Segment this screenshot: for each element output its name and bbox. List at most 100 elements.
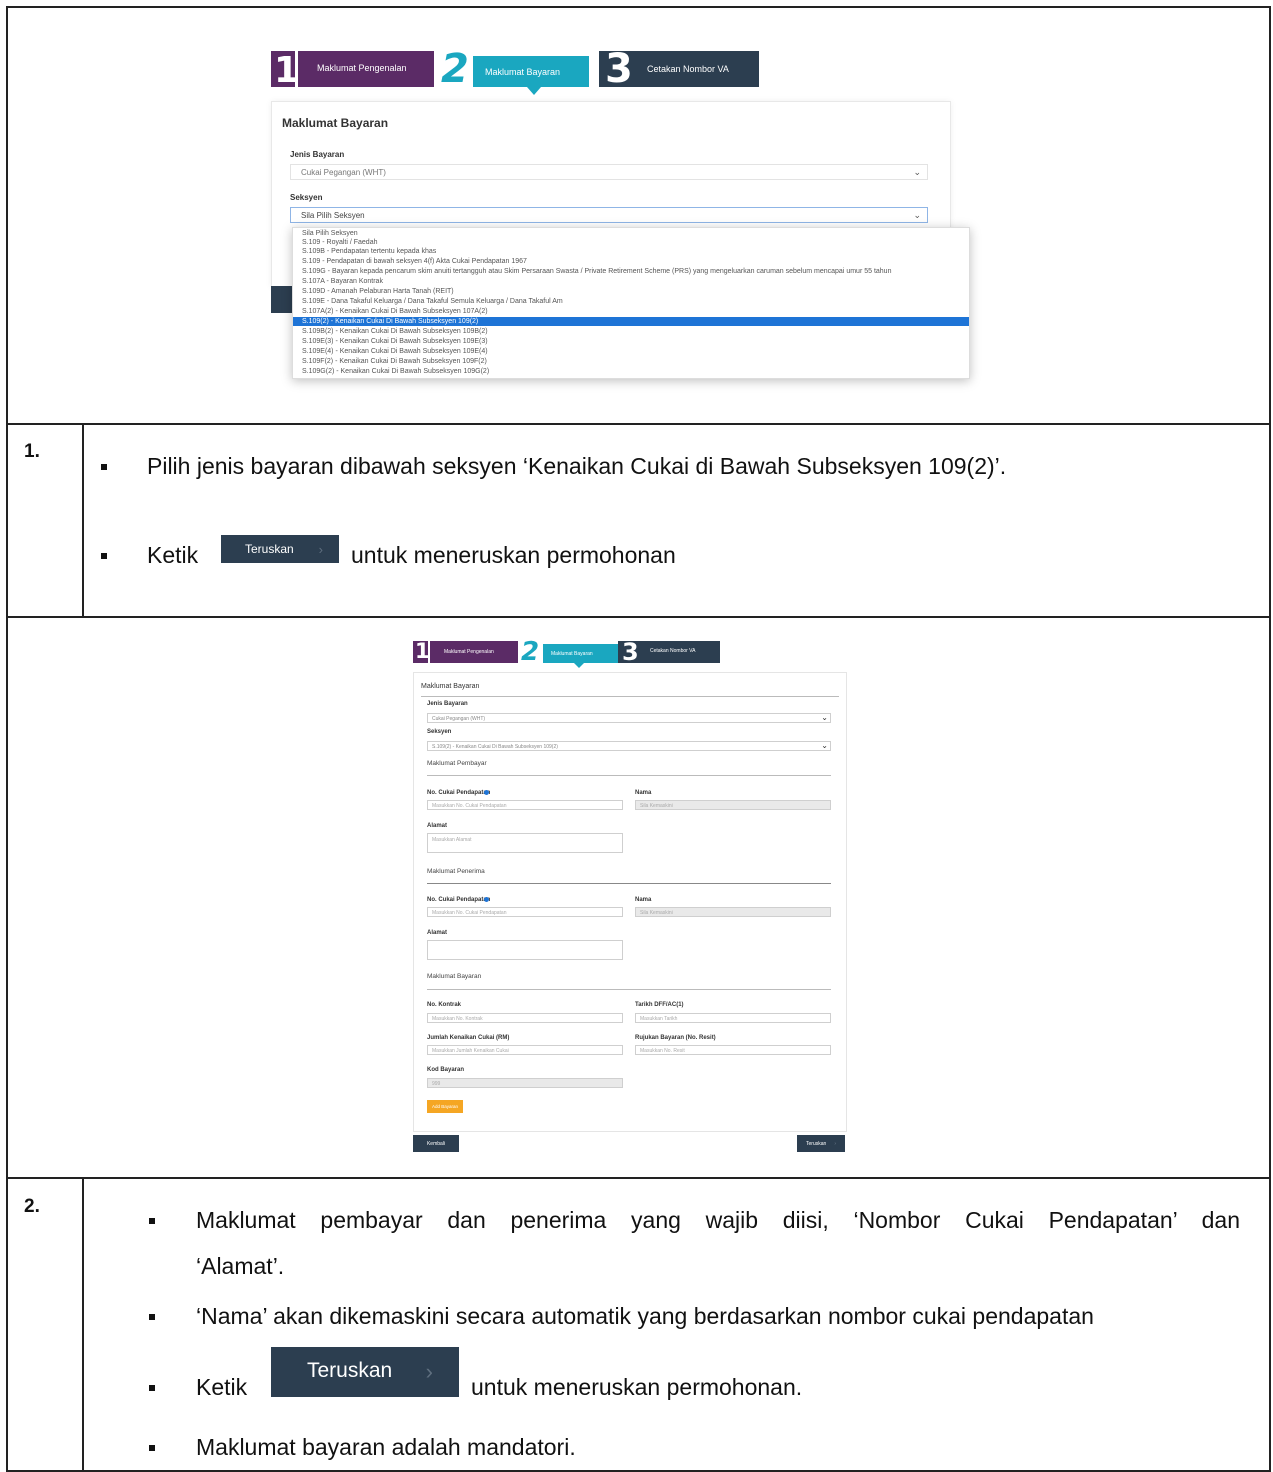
seksyen-select[interactable]: Sila Pilih Seksyen ⌄: [290, 207, 928, 223]
step-2-number: 2: [521, 637, 540, 667]
no-cukai-label: No. Cukai Pendapatan: [427, 897, 491, 903]
seksyen-label: Seksyen: [427, 729, 452, 735]
step-2: 2 Maklumat Bayaran: [439, 46, 599, 95]
add-bayaran-button[interactable]: Add Bayaran: [427, 1100, 463, 1113]
kod-bayaran-label: Kod Bayaran: [427, 1067, 465, 1073]
step-3: 3 Cetakan Nombor VA: [618, 638, 720, 666]
step-3-label: Cetakan Nombor VA: [647, 64, 729, 74]
bullet-icon: [101, 553, 107, 559]
teruskan-button-label: Teruskan: [307, 1359, 393, 1382]
dropdown-option[interactable]: Sila Pilih Seksyen: [293, 229, 969, 238]
step-1-number: 1: [415, 639, 430, 663]
step-2-label: Maklumat Bayaran: [485, 67, 561, 77]
divider: [427, 883, 831, 884]
chevron-down-icon: ⌄: [821, 713, 828, 722]
step-1-label: Maklumat Pengenalan: [444, 649, 494, 655]
pembayar-section-title: Maklumat Pembayar: [427, 760, 487, 767]
teruskan-button[interactable]: Teruskan ›: [797, 1135, 845, 1152]
alamat-textarea[interactable]: Masukkan Alamat: [427, 833, 623, 853]
jenis-bayaran-select[interactable]: Cukai Pegangan (WHT) ⌄: [290, 164, 928, 180]
seksyen-value: Sila Pilih Seksyen: [301, 211, 365, 220]
dropdown-option[interactable]: S.109 - Royalti / Faedah: [293, 238, 969, 247]
dropdown-option-selected[interactable]: S.109(2) - Kenaikan Cukai Di Bawah Subse…: [293, 317, 969, 326]
row-divider: [6, 1177, 1271, 1179]
step-2: 2 Maklumat Bayaran: [520, 637, 620, 668]
rujukan-label: Rujukan Bayaran (No. Resit): [635, 1035, 716, 1041]
info-icon: [484, 897, 489, 902]
nama-input: Sila Kemaskini: [635, 800, 831, 810]
dropdown-option[interactable]: S.109B - Pendapatan tertentu kepada khas: [293, 247, 969, 256]
dropdown-option[interactable]: S.107A(2) - Kenaikan Cukai Di Bawah Subs…: [293, 307, 969, 316]
chevron-down-icon: ⌄: [913, 210, 921, 220]
instruction-text: Ketik: [196, 1374, 248, 1400]
instruction-text: ‘Alamat’.: [196, 1253, 285, 1279]
nama-label: Nama: [635, 897, 652, 903]
nama-input: Sila Kemaskini: [635, 907, 831, 917]
alamat-label: Alamat: [427, 823, 448, 829]
rujukan-input[interactable]: Masukkan No. Resit: [635, 1045, 831, 1055]
dropdown-option[interactable]: S.109 - Pendapatan di bawah seksyen 4(f)…: [293, 257, 969, 266]
step-3-number: 3: [622, 638, 639, 666]
nama-label: Nama: [635, 790, 652, 796]
card-title: Maklumat Bayaran: [421, 683, 480, 690]
info-icon: [484, 790, 489, 795]
step-2-number: 2: [441, 46, 469, 92]
teruskan-label: Teruskan: [806, 1140, 827, 1147]
chevron-right-icon: ›: [318, 541, 323, 557]
no-cukai-input[interactable]: Masukkan No. Cukai Pendapatan: [427, 800, 623, 810]
instruction-text: ‘Nama’ akan dikemaskini secara automatik…: [196, 1303, 1094, 1329]
tarikh-label: Tarikh DFF/AC(1): [635, 1002, 684, 1008]
step-1-number: 1: [274, 50, 300, 91]
instruction-text: Maklumat bayaran adalah mandatori.: [196, 1434, 576, 1460]
dropdown-option[interactable]: S.107A - Bayaran Kontrak: [293, 277, 969, 286]
kembali-label: Kembali: [426, 1140, 446, 1147]
alamat-textarea[interactable]: [427, 940, 623, 960]
tarikh-input[interactable]: Masukkan Tarikh: [635, 1013, 831, 1023]
chevron-down-icon: ⌄: [821, 741, 828, 750]
seksyen-select[interactable]: S.109(2) - Kenaikan Cukai Di Bawah Subse…: [427, 741, 831, 751]
column-divider: [82, 423, 84, 618]
jenis-bayaran-select[interactable]: Cukai Pegangan (WHT) ⌄: [427, 713, 831, 723]
dropdown-option[interactable]: S.109D - Amanah Pelaburan Harta Tanah (R…: [293, 287, 969, 296]
row-divider: [6, 616, 1271, 618]
jenis-bayaran-label: Jenis Bayaran: [290, 150, 345, 159]
seksyen-value: S.109(2) - Kenaikan Cukai Di Bawah Subse…: [432, 744, 558, 750]
dropdown-option[interactable]: S.109G(2) - Kenaikan Cukai Di Bawah Subs…: [293, 367, 969, 376]
teruskan-button[interactable]: Teruskan ›: [221, 535, 339, 563]
step-indicator: 1 Maklumat Pengenalan 2 Maklumat Bayaran…: [271, 46, 759, 95]
no-cukai-label: No. Cukai Pendapatan: [427, 790, 491, 796]
kembali-button[interactable]: Kembali: [413, 1135, 459, 1152]
dropdown-option[interactable]: S.109E - Dana Takaful Keluarga / Dana Ta…: [293, 297, 969, 306]
bullet-icon: [149, 1445, 155, 1451]
chevron-right-icon: ›: [834, 1140, 836, 1147]
bullet-icon: [101, 464, 107, 470]
step-1-label: Maklumat Pengenalan: [317, 63, 407, 73]
divider: [427, 775, 831, 776]
row-divider: [6, 423, 1271, 425]
no-cukai-input[interactable]: Masukkan No. Cukai Pendapatan: [427, 907, 623, 917]
teruskan-button-label: Teruskan: [245, 542, 294, 556]
no-kontrak-input[interactable]: Masukkan No. Kontrak: [427, 1013, 623, 1023]
bullet-icon: [149, 1314, 155, 1320]
column-divider: [82, 1177, 84, 1470]
bayaran-section-title: Maklumat Bayaran: [427, 973, 482, 980]
dropdown-option[interactable]: S.109E(4) - Kenaikan Cukai Di Bawah Subs…: [293, 347, 969, 356]
instruction-text: untuk meneruskan permohonan: [351, 542, 676, 568]
alamat-label: Alamat: [427, 930, 448, 936]
add-bayaran-label: Add Bayaran: [431, 1104, 459, 1109]
dropdown-option[interactable]: S.109G - Bayaran kepada pencarum skim an…: [293, 267, 969, 276]
dropdown-option[interactable]: S.109E(3) - Kenaikan Cukai Di Bawah Subs…: [293, 337, 969, 346]
jumlah-input[interactable]: Masukkan Jumlah Kenaikan Cukai: [427, 1045, 623, 1055]
instruction-text: Ketik: [147, 542, 199, 568]
dropdown-option[interactable]: S.109F(2) - Kenaikan Cukai Di Bawah Subs…: [293, 357, 969, 366]
instruction-text: untuk meneruskan permohonan.: [471, 1374, 803, 1400]
back-button[interactable]: [271, 286, 293, 313]
chevron-down-icon: ⌄: [913, 167, 921, 177]
dropdown-option[interactable]: S.109B(2) - Kenaikan Cukai Di Bawah Subs…: [293, 327, 969, 336]
step-1: 1 Maklumat Pengenalan: [413, 641, 518, 663]
screenshot-payment-section-dropdown: 1 Maklumat Pengenalan 2 Maklumat Bayaran…: [268, 46, 970, 408]
bullet-icon: [149, 1385, 155, 1391]
step-3-number: 3: [605, 46, 633, 92]
row-number: 2.: [24, 1196, 40, 1217]
teruskan-button[interactable]: Teruskan ›: [271, 1347, 459, 1397]
